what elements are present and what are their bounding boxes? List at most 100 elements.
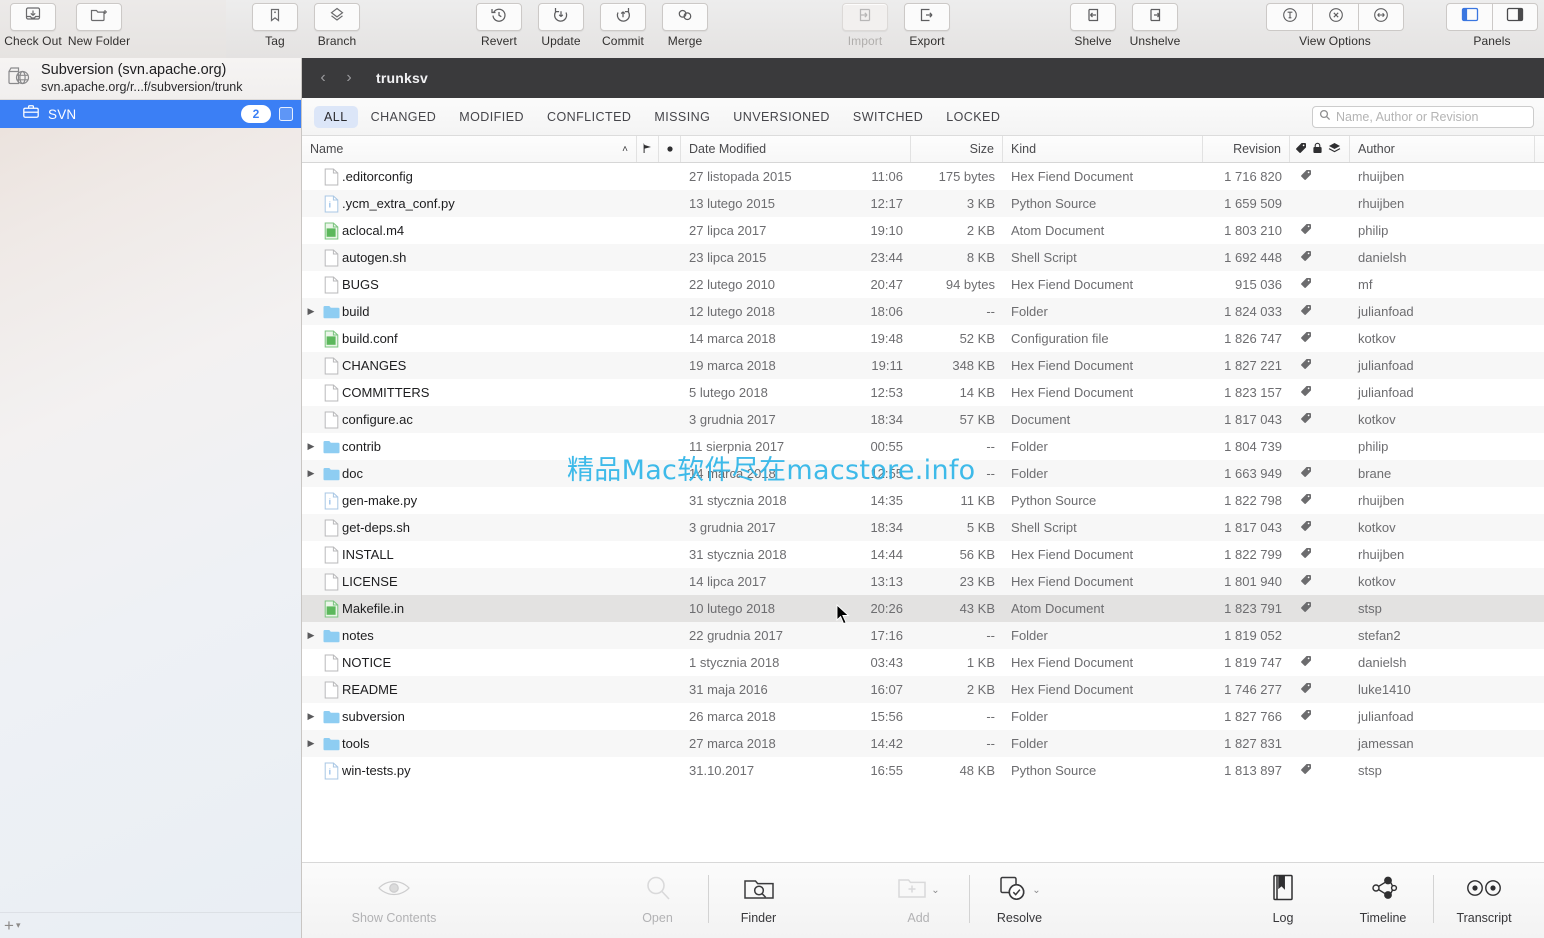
left-panel-button[interactable] — [1446, 3, 1492, 31]
open-button[interactable]: Open — [608, 871, 708, 925]
cell-size: 175 bytes — [938, 169, 995, 184]
right-panel-button[interactable] — [1492, 3, 1538, 31]
add-button[interactable]: ⌄ Add — [869, 871, 969, 925]
import-button[interactable]: Import — [834, 0, 896, 48]
export-button[interactable]: Export — [896, 0, 958, 48]
table-row[interactable]: i .ycm_extra_conf.py 13 lutego 2015 12:17 3 … — [302, 190, 1544, 217]
filter-tab-unversioned[interactable]: UNVERSIONED — [723, 106, 840, 128]
tag-icon — [1300, 547, 1312, 562]
chevron-down-icon[interactable]: ⌄ — [1032, 885, 1040, 896]
close-circle-button[interactable] — [1312, 3, 1358, 31]
finder-button[interactable]: Finder — [709, 871, 809, 925]
column-header-size[interactable]: Size — [911, 136, 1003, 162]
cell-kind: Python Source — [1011, 196, 1097, 211]
file-list[interactable]: .editorconfig 27 listopada 2015 11:06 175 b… — [302, 163, 1544, 862]
cell-name: COMMITTERS — [302, 379, 637, 406]
plus-icon[interactable]: + — [4, 917, 14, 934]
table-row[interactable]: BUGS 22 lutego 2010 20:47 94 bytes Hex Fiend… — [302, 271, 1544, 298]
show-contents-button[interactable]: Show Contents — [344, 871, 444, 925]
cell-date-modified: 3 grudnia 2017 18:34 — [681, 406, 911, 433]
date-value: 26 marca 2018 — [689, 709, 776, 724]
table-row[interactable]: .editorconfig 27 listopada 2015 11:06 175 b… — [302, 163, 1544, 190]
branch-button[interactable]: Branch — [306, 0, 368, 48]
search-input[interactable] — [1336, 109, 1527, 124]
date-value: 14 marca 2018 — [689, 331, 776, 346]
revert-button[interactable]: Revert — [468, 0, 530, 48]
cell-size: 3 KB — [966, 196, 995, 211]
column-header-dot[interactable] — [659, 136, 681, 162]
filter-tab-locked[interactable]: LOCKED — [936, 106, 1010, 128]
table-row[interactable]: COMMITTERS 5 lutego 2018 12:53 14 KB Hex Fie… — [302, 379, 1544, 406]
repository-header[interactable]: Subversion (svn.apache.org) svn.apache.o… — [0, 58, 301, 100]
table-row[interactable]: Makefile.in 10 lutego 2018 20:26 43 KB Atom … — [302, 595, 1544, 622]
filter-tab-conflicted[interactable]: CONFLICTED — [537, 106, 641, 128]
column-header-name[interactable]: Name ˄ — [302, 136, 637, 162]
resize-width-button[interactable] — [1358, 3, 1404, 31]
sidebar-item-checkbox[interactable] — [279, 107, 293, 121]
transcript-button[interactable]: Transcript — [1434, 871, 1534, 925]
commit-button[interactable]: Commit — [592, 0, 654, 48]
column-header-flag[interactable] — [637, 136, 659, 162]
table-row[interactable]: ▶ contrib 11 sierpnia 2017 00:55 -- Folder 1 8… — [302, 433, 1544, 460]
file-name: subversion — [342, 709, 405, 724]
column-header-author[interactable]: Author — [1350, 136, 1535, 162]
table-row[interactable]: get-deps.sh 3 grudnia 2017 18:34 5 KB Shell … — [302, 514, 1544, 541]
table-row[interactable]: autogen.sh 23 lipca 2015 23:44 8 KB Shell Sc… — [302, 244, 1544, 271]
right-panel-icon — [1505, 6, 1525, 28]
table-row[interactable]: build.conf 14 marca 2018 19:48 52 KB Configu… — [302, 325, 1544, 352]
check-out-button[interactable]: Check Out — [2, 0, 64, 48]
disclosure-triangle-icon[interactable]: ▶ — [302, 468, 320, 479]
column-header-status-icons[interactable] — [1290, 136, 1350, 162]
table-row[interactable]: LICENSE 14 lipca 2017 13:13 23 KB Hex Fiend … — [302, 568, 1544, 595]
cell-revision: 1 822 799 — [1224, 547, 1282, 562]
filter-tab-modified[interactable]: MODIFIED — [449, 106, 534, 128]
table-row[interactable]: INSTALL 31 stycznia 2018 14:44 56 KB Hex Fie… — [302, 541, 1544, 568]
table-row[interactable]: ▶ subversion 26 marca 2018 15:56 -- Folder 1 8… — [302, 703, 1544, 730]
new-folder-button[interactable]: New Folder — [68, 0, 130, 48]
chevron-down-icon[interactable]: ⌄ — [931, 885, 939, 896]
cell-status-icons — [1290, 190, 1350, 217]
timeline-icon — [1368, 874, 1398, 907]
chevron-right-icon[interactable]: › — [338, 69, 360, 87]
table-row[interactable]: i gen-make.py 31 stycznia 2018 14:35 11 KB Py… — [302, 487, 1544, 514]
table-row[interactable]: aclocal.m4 27 lipca 2017 19:10 2 KB Atom Doc… — [302, 217, 1544, 244]
time-value: 15:56 — [870, 709, 903, 724]
disclosure-triangle-icon[interactable]: ▶ — [302, 711, 320, 722]
filter-tab-switched[interactable]: SWITCHED — [843, 106, 933, 128]
table-row[interactable]: ▶ notes 22 grudnia 2017 17:16 -- Folder 1 819 … — [302, 622, 1544, 649]
log-button[interactable]: Log — [1233, 871, 1333, 925]
chevron-down-icon[interactable]: ▾ — [16, 920, 21, 931]
tag-button[interactable]: Tag — [244, 0, 306, 48]
filter-tab-changed[interactable]: CHANGED — [361, 106, 447, 128]
filter-tab-all[interactable]: ALL — [314, 105, 358, 128]
cell-author: rhuijben — [1358, 169, 1405, 184]
resolve-button[interactable]: ⌄ Resolve — [970, 871, 1070, 925]
table-row[interactable]: ▶ doc 14 marca 2018 12:55 -- Folder 1 663 949 b… — [302, 460, 1544, 487]
filter-tab-missing[interactable]: MISSING — [644, 106, 720, 128]
table-row[interactable]: NOTICE 1 stycznia 2018 03:43 1 KB Hex Fiend … — [302, 649, 1544, 676]
disclosure-triangle-icon[interactable]: ▶ — [302, 630, 320, 641]
disclosure-triangle-icon[interactable]: ▶ — [302, 306, 320, 317]
disclosure-triangle-icon[interactable]: ▶ — [302, 441, 320, 452]
sidebar-item-svn[interactable]: SVN 2 — [0, 100, 301, 128]
timeline-button[interactable]: Timeline — [1333, 871, 1433, 925]
column-header-date[interactable]: Date Modified — [681, 136, 911, 162]
table-row[interactable]: i win-tests.py 31.10.2017 16:55 48 KB Python … — [302, 757, 1544, 784]
table-row[interactable]: ▶ build 12 lutego 2018 18:06 -- Folder 1 824 0… — [302, 298, 1544, 325]
text-size-button[interactable] — [1266, 3, 1312, 31]
column-header-kind[interactable]: Kind — [1003, 136, 1203, 162]
merge-button[interactable]: Merge — [654, 0, 716, 48]
disclosure-triangle-icon[interactable]: ▶ — [302, 738, 320, 749]
unshelve-button[interactable]: Unshelve — [1124, 0, 1186, 48]
table-row[interactable]: ▶ tools 27 marca 2018 14:42 -- Folder 1 827 83… — [302, 730, 1544, 757]
update-button[interactable]: Update — [530, 0, 592, 48]
chevron-left-icon[interactable]: ‹ — [312, 69, 334, 87]
shelve-button[interactable]: Shelve — [1062, 0, 1124, 48]
column-header-revision[interactable]: Revision — [1203, 136, 1290, 162]
search-field[interactable] — [1312, 105, 1534, 128]
cell-flags — [637, 298, 681, 325]
date-value: 22 grudnia 2017 — [689, 628, 783, 643]
table-row[interactable]: README 31 maja 2016 16:07 2 KB Hex Fiend Doc… — [302, 676, 1544, 703]
table-row[interactable]: configure.ac 3 grudnia 2017 18:34 57 KB Docu… — [302, 406, 1544, 433]
table-row[interactable]: CHANGES 19 marca 2018 19:11 348 KB Hex Fiend… — [302, 352, 1544, 379]
